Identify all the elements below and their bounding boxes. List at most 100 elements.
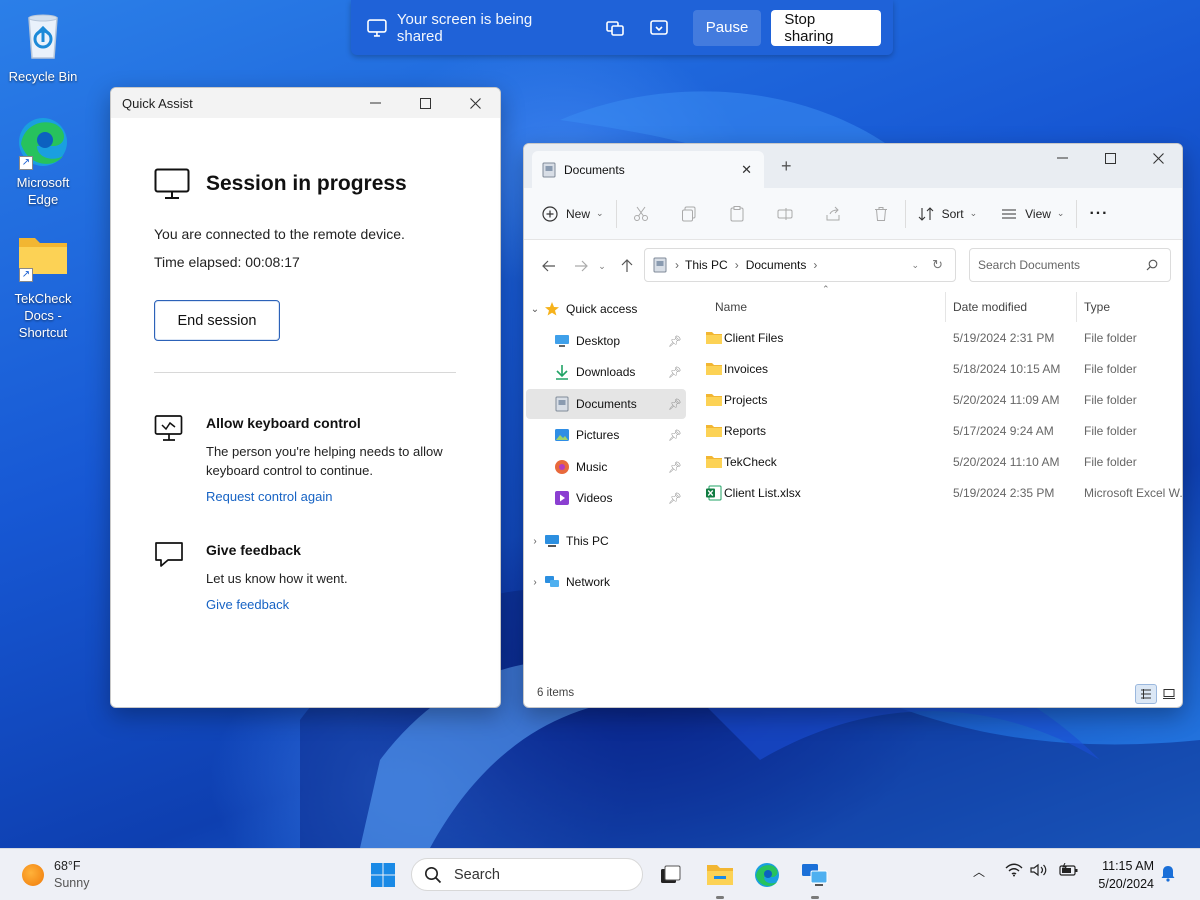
nav-item-quick-access[interactable]: ⌄ Quick access [526, 294, 686, 324]
breadcrumb-this-pc[interactable]: This PC [685, 258, 728, 272]
breadcrumb-chevron-icon: › [675, 258, 679, 272]
new-tab-button[interactable]: + [781, 156, 792, 177]
nav-item-pictures[interactable]: Pictures 📌︎ [526, 420, 686, 450]
search-documents-input[interactable]: Search Documents [969, 248, 1171, 282]
chevron-down-icon: ⌄ [969, 208, 978, 218]
sun-icon [22, 864, 44, 886]
column-header-type[interactable]: Type [1084, 292, 1110, 322]
trash-icon [874, 206, 887, 221]
up-button[interactable] [614, 253, 640, 279]
task-view-icon [661, 865, 681, 883]
desktop-icon-tekcheck-docs[interactable]: ↗ TekCheck Docs - Shortcut [0, 230, 86, 341]
file-row[interactable]: Reports 5/17/2024 9:24 AM File folder [689, 415, 1182, 446]
music-icon [554, 459, 570, 475]
arrow-up-icon [621, 259, 633, 272]
chevron-down-icon: ⌄ [596, 208, 604, 218]
folder-icon [707, 865, 733, 885]
minimize-button[interactable] [1038, 144, 1086, 172]
refresh-icon[interactable]: ↻ [932, 257, 943, 273]
screen-share-bar: Your screen is being shared Pause Stop s… [351, 0, 893, 55]
status-bar: 6 items [524, 675, 1182, 707]
show-hidden-icons-button[interactable]: ︿ [973, 863, 985, 880]
forward-button[interactable] [568, 253, 594, 279]
nav-item-downloads[interactable]: Downloads 📌︎ [526, 357, 686, 387]
address-row: ⌄ › This PC › Documents › ⌄ ↻ Search Doc… [524, 240, 1182, 292]
minimize-icon [369, 102, 381, 104]
weather-widget[interactable]: 68°F Sunny [22, 858, 89, 892]
details-view-button[interactable] [1135, 684, 1157, 704]
volume-icon[interactable] [1030, 863, 1048, 880]
nav-item-desktop[interactable]: Desktop 📌︎ [526, 326, 686, 356]
file-row[interactable]: Projects 5/20/2024 11:09 AM File folder [689, 384, 1182, 415]
file-date: 5/19/2024 2:35 PM [953, 485, 1055, 500]
close-button[interactable] [450, 88, 500, 118]
end-session-button[interactable]: End session [154, 300, 280, 341]
recent-locations-button[interactable]: ⌄ [594, 253, 610, 279]
view-button[interactable]: View ⌄ [1001, 198, 1064, 230]
close-tab-icon[interactable]: ✕ [741, 162, 752, 178]
address-dropdown-icon[interactable]: ⌄ [911, 260, 919, 271]
taskbar-file-explorer[interactable] [705, 860, 735, 890]
nav-label: Documents [576, 397, 637, 411]
close-button[interactable] [1134, 144, 1182, 172]
tab-documents[interactable]: Documents ✕ [532, 151, 764, 188]
clipboard-icon [730, 205, 744, 221]
search-icon [425, 866, 442, 883]
details-view-icon [1141, 689, 1151, 699]
stop-sharing-button[interactable]: Stop sharing [771, 9, 882, 46]
nav-item-this-pc[interactable]: › This PC [526, 526, 686, 556]
desktop-icon-label: Microsoft Edge [16, 175, 70, 207]
quick-assist-icon [802, 864, 828, 886]
desktop-icon-edge[interactable]: ↗ Microsoft Edge [0, 114, 86, 208]
file-type: File folder [1084, 330, 1137, 345]
system-clock[interactable]: 11:15 AM 5/20/2024 [1092, 857, 1154, 893]
new-button[interactable]: New ⌄ [542, 198, 604, 230]
nav-item-music[interactable]: Music 📌︎ [526, 452, 686, 482]
nav-item-documents[interactable]: Documents 📌︎ [526, 389, 686, 419]
annotate-button[interactable] [645, 14, 673, 42]
battery-icon[interactable] [1059, 862, 1079, 880]
clock-time: 11:15 AM [1102, 859, 1154, 873]
switch-screen-button[interactable] [601, 14, 629, 42]
request-control-link[interactable]: Request control again [206, 489, 332, 504]
nav-item-network[interactable]: › Network [526, 567, 686, 597]
explorer-content: ⌄ Quick access Desktop 📌︎ Downloads 📌︎ D… [524, 284, 1182, 675]
desktop-icon-recycle-bin[interactable]: Recycle Bin [0, 8, 86, 85]
more-options-button[interactable]: ··· [1089, 198, 1108, 230]
maximize-button[interactable] [1086, 144, 1134, 172]
start-button[interactable] [368, 860, 398, 890]
minimize-button[interactable] [350, 88, 400, 118]
taskbar-quick-assist[interactable] [800, 860, 830, 890]
new-label: New [566, 206, 591, 221]
quick-assist-titlebar[interactable]: Quick Assist [111, 88, 500, 118]
sort-button[interactable]: Sort ⌄ [918, 198, 978, 230]
column-header-date[interactable]: Date modified [953, 292, 1027, 322]
maximize-button[interactable] [400, 88, 450, 118]
remote-control-icon [154, 415, 183, 441]
give-feedback-link[interactable]: Give feedback [206, 597, 289, 612]
address-bar[interactable]: › This PC › Documents › ⌄ ↻ [644, 248, 956, 282]
taskbar-search-box[interactable]: Search [411, 858, 643, 891]
tiles-view-button[interactable] [1158, 684, 1180, 704]
taskbar-edge[interactable] [752, 860, 782, 890]
documents-icon [653, 257, 667, 273]
copy-button[interactable] [677, 202, 701, 226]
paste-button[interactable] [725, 202, 749, 226]
task-view-button[interactable] [655, 860, 685, 890]
rename-button[interactable] [773, 202, 797, 226]
file-row[interactable]: Client List.xlsx 5/19/2024 2:35 PM Micro… [689, 477, 1182, 508]
notifications-button[interactable] [1160, 864, 1176, 885]
file-row[interactable]: Client Files 5/19/2024 2:31 PM File fold… [689, 322, 1182, 353]
file-row[interactable]: TekCheck 5/20/2024 11:10 AM File folder [689, 446, 1182, 477]
chevron-right-icon: › [533, 576, 537, 588]
delete-button[interactable] [869, 202, 893, 226]
file-row[interactable]: Invoices 5/18/2024 10:15 AM File folder [689, 353, 1182, 384]
wifi-icon[interactable] [1005, 863, 1023, 880]
back-button[interactable] [536, 253, 562, 279]
column-header-name[interactable]: Name [715, 292, 747, 322]
cut-button[interactable] [629, 202, 653, 226]
nav-item-videos[interactable]: Videos 📌︎ [526, 483, 686, 513]
breadcrumb-documents[interactable]: Documents [746, 258, 807, 272]
share-button[interactable] [821, 202, 845, 226]
pause-sharing-button[interactable]: Pause [692, 9, 762, 46]
